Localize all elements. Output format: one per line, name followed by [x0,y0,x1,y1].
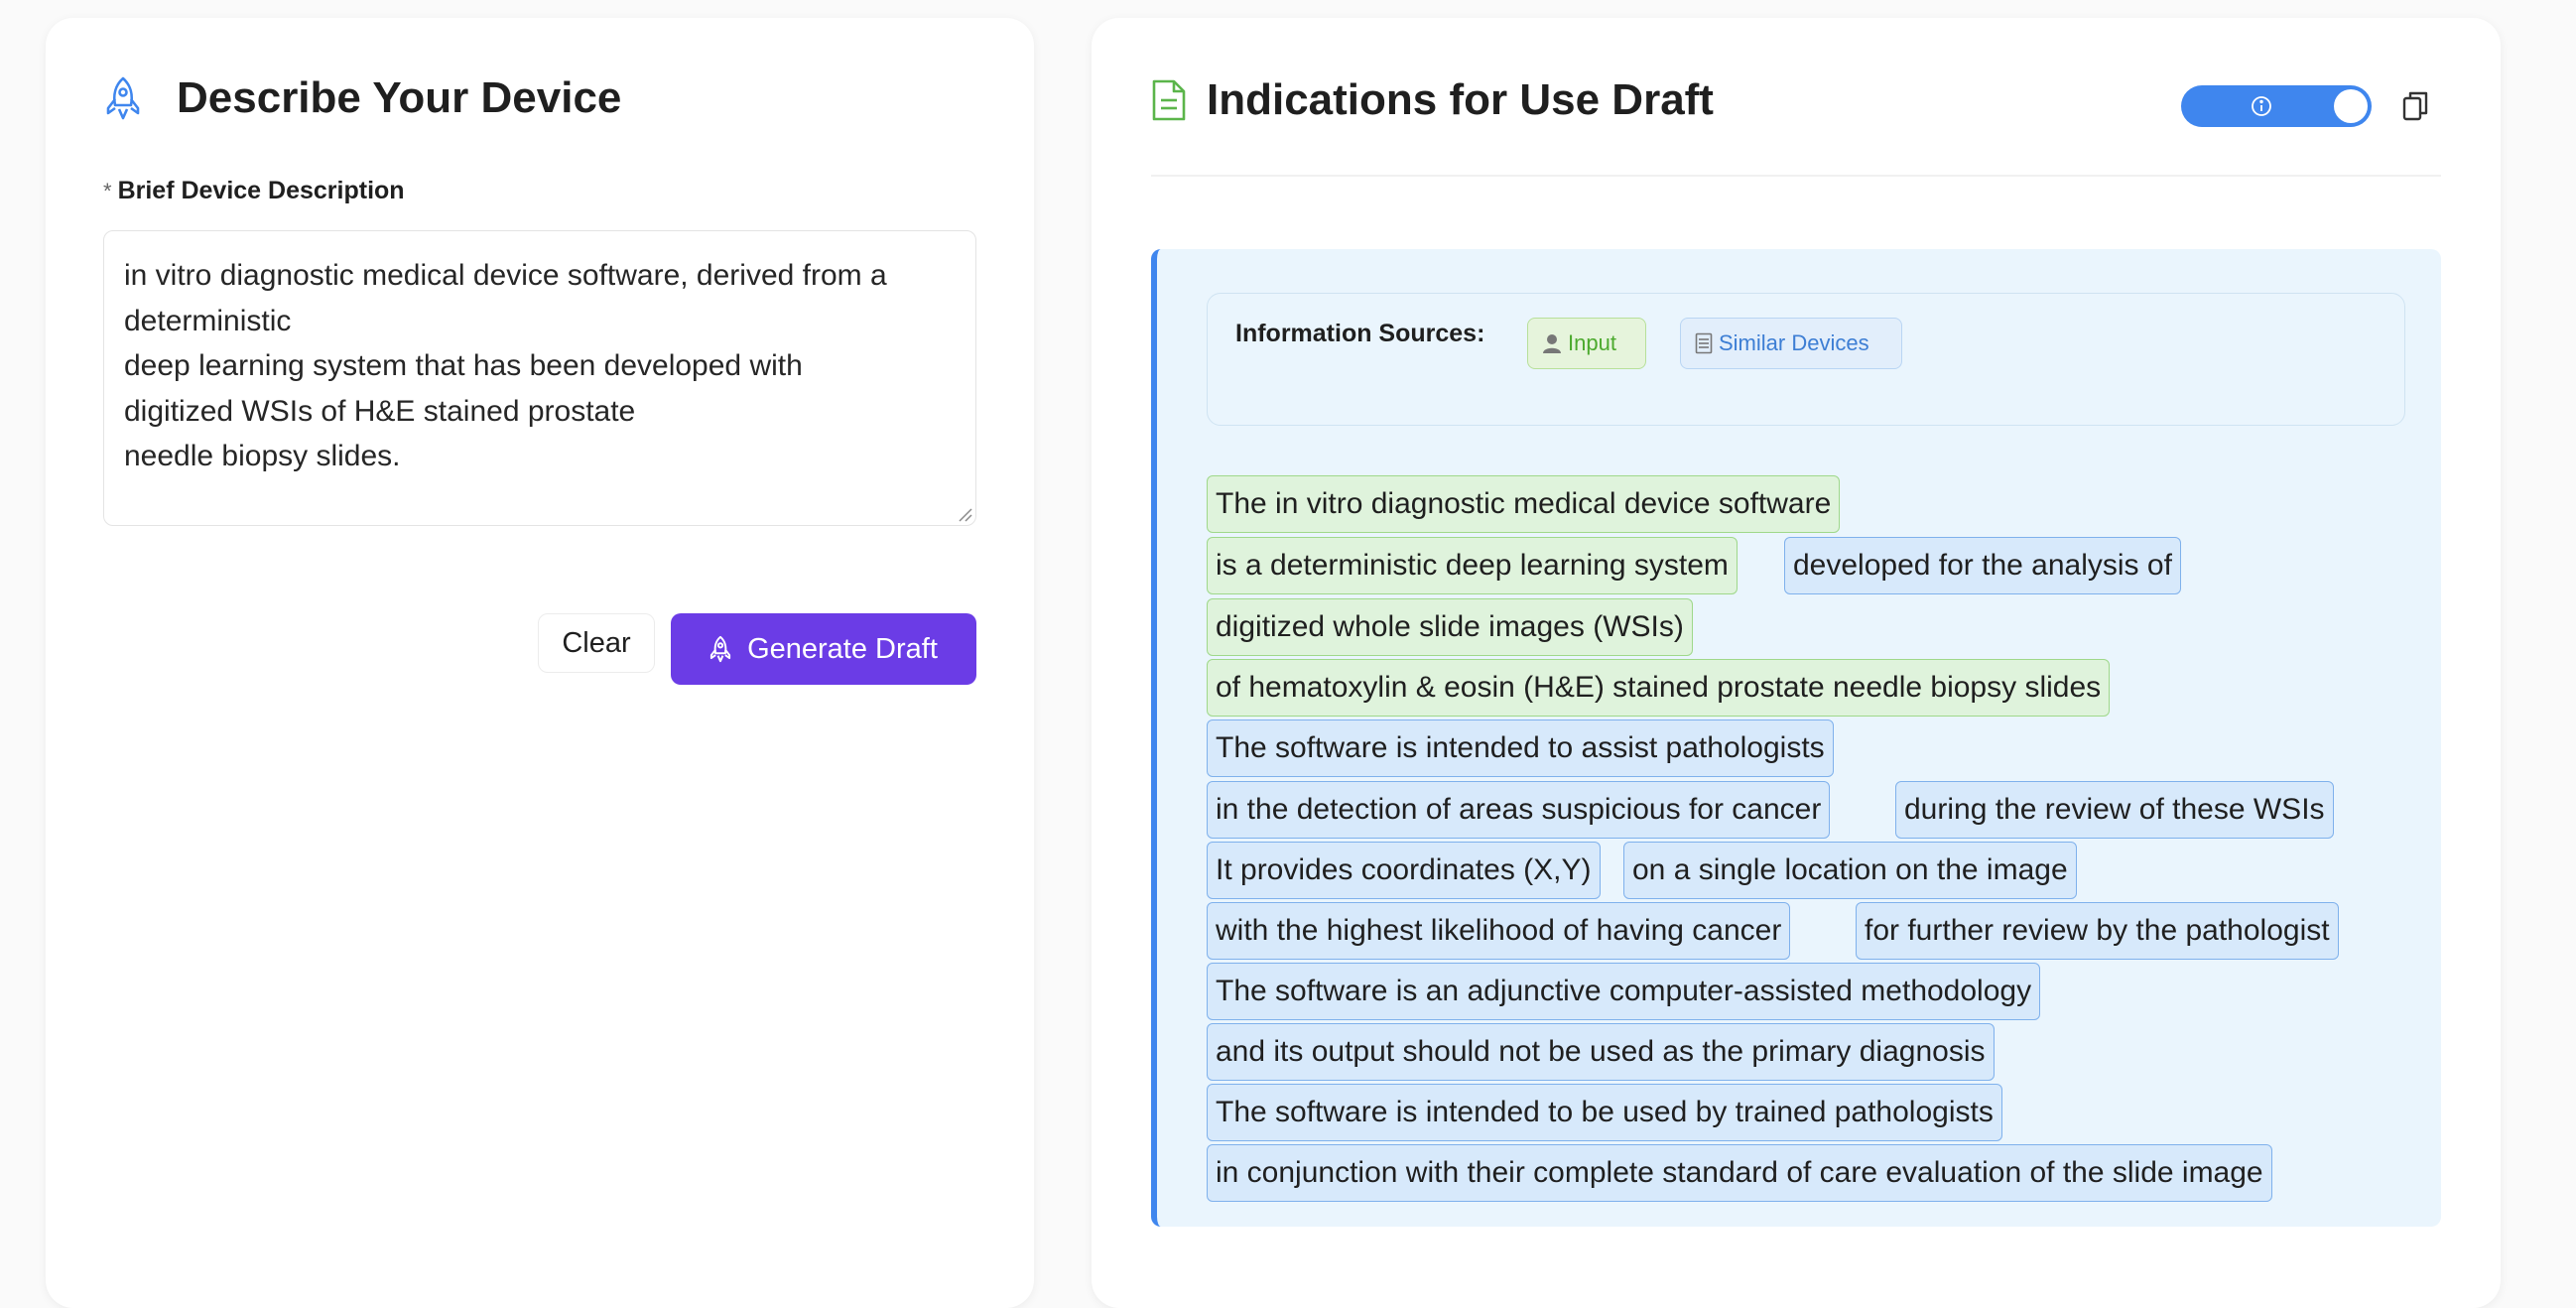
draft-segment-input: The in vitro diagnostic medical device s… [1207,475,1841,533]
indications-draft-card: Indications for Use Draft Information So… [1092,18,2501,1308]
copy-icon [2402,91,2428,121]
copy-button[interactable] [2397,87,2433,125]
required-mark: * [103,179,112,203]
draft-segment-similar: in conjunction with their complete stand… [1207,1144,2272,1202]
draft-segment-similar: in the detection of areas suspicious for… [1207,781,1831,839]
resize-handle-icon[interactable] [957,506,972,522]
information-sources-label: Information Sources: [1235,320,1485,347]
rocket-icon [103,74,143,122]
draft-segment-similar: The software is an adjunctive computer-a… [1207,963,2041,1020]
describe-device-header: Describe Your Device [103,73,621,123]
clear-button-label: Clear [562,626,631,659]
draft-segment-input: is a deterministic deep learning system [1207,537,1738,594]
source-badge-similar-devices: Similar Devices [1680,318,1902,369]
draft-segment-similar: The software is intended to be used by t… [1207,1084,2002,1141]
source-highlight-toggle[interactable] [2181,85,2372,127]
document-icon [1695,332,1713,354]
draft-segment-similar: for further review by the pathologist [1856,902,2339,960]
info-icon [2252,96,2271,116]
source-badge-input-label: Input [1568,330,1616,355]
toggle-knob [2334,89,2368,123]
draft-segment-similar: developed for the analysis of [1784,537,2181,594]
indications-draft-header: Indications for Use Draft [1151,75,1714,125]
header-divider [1151,175,2441,177]
description-text: in vitro diagnostic medical device softw… [124,259,887,472]
describe-device-card: Describe Your Device * Brief Device Descr… [46,18,1034,1308]
indications-draft-title: Indications for Use Draft [1207,75,1714,124]
draft-segment-similar: and its output should not be used as the… [1207,1023,1995,1081]
source-badge-input: Input [1527,318,1646,369]
document-icon [1151,78,1187,122]
information-sources-legend: Information Sources: Input Similar Devic… [1207,293,2405,426]
draft-segment-similar: with the highest likelihood of having ca… [1207,902,1791,960]
draft-output-panel: Information Sources: Input Similar Devic… [1151,249,2441,1227]
description-textarea[interactable]: in vitro diagnostic medical device softw… [103,230,976,526]
generate-draft-label: Generate Draft [747,632,938,665]
description-field-label-text: Brief Device Description [117,177,405,204]
draft-segment-input: of hematoxylin & eosin (H&E) stained pro… [1207,659,2111,717]
draft-segment-input: digitized whole slide images (WSIs) [1207,598,1693,656]
description-field-label: * Brief Device Description [103,177,405,205]
source-badge-similar-label: Similar Devices [1719,330,1869,355]
user-icon [1542,332,1562,354]
clear-button[interactable]: Clear [538,613,655,673]
rocket-icon [709,635,731,663]
draft-segment-similar: The software is intended to assist patho… [1207,719,1834,777]
draft-segment-similar: during the review of these WSIs [1895,781,2334,839]
describe-device-title: Describe Your Device [177,73,622,122]
draft-segment-similar: on a single location on the image [1623,842,2077,899]
draft-segment-similar: It provides coordinates (X,Y) [1207,842,1601,899]
generate-draft-button[interactable]: Generate Draft [671,613,976,685]
